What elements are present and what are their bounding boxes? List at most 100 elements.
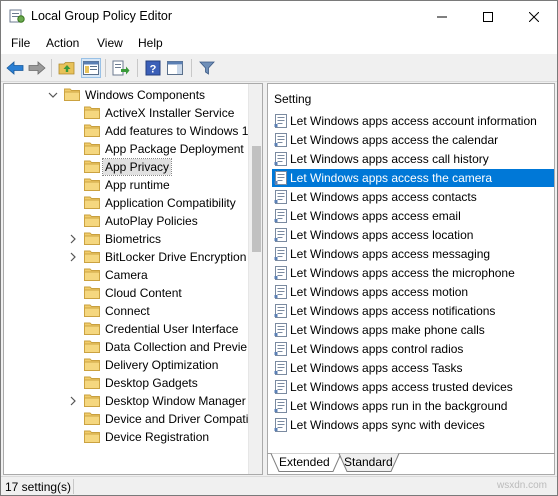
- status-bar: 17 setting(s) wsxdn.com: [1, 476, 557, 495]
- setting-row[interactable]: Let Windows apps access the calendar: [272, 131, 554, 149]
- folder-icon: [84, 357, 100, 371]
- show-hide-tree-button[interactable]: [81, 58, 101, 78]
- help-button[interactable]: ?: [143, 58, 163, 78]
- tree-item[interactable]: Add features to Windows 1: [4, 122, 249, 140]
- filter-button[interactable]: [197, 58, 217, 78]
- menu-file[interactable]: File: [11, 36, 30, 50]
- folder-icon: [84, 177, 100, 191]
- tree-item-label: App Package Deployment: [105, 142, 244, 156]
- view-tabs: Extended Standard: [267, 453, 555, 475]
- export-list-button[interactable]: [111, 58, 131, 78]
- folder-icon: [84, 249, 100, 263]
- folder-icon: [84, 303, 100, 317]
- setting-row[interactable]: Let Windows apps access Tasks: [272, 359, 554, 377]
- tree-item[interactable]: Cloud Content: [4, 284, 249, 302]
- tree-item[interactable]: Windows Components: [4, 86, 249, 104]
- setting-row[interactable]: Let Windows apps access the microphone: [272, 264, 554, 282]
- setting-row[interactable]: Let Windows apps access messaging: [272, 245, 554, 263]
- setting-row[interactable]: Let Windows apps access contacts: [272, 188, 554, 206]
- tab-standard[interactable]: Standard: [344, 453, 393, 471]
- tree-item[interactable]: Application Compatibility: [4, 194, 249, 212]
- tree-item[interactable]: Credential User Interface: [4, 320, 249, 338]
- tree-item[interactable]: AutoPlay Policies: [4, 212, 249, 230]
- setting-row[interactable]: Let Windows apps sync with devices: [272, 416, 554, 434]
- policy-setting-icon: [274, 418, 288, 432]
- tree-item[interactable]: App Package Deployment: [4, 140, 249, 158]
- tree-item-label: Device and Driver Compati: [105, 412, 249, 426]
- setting-label: Let Windows apps access call history: [290, 152, 489, 166]
- menu-action[interactable]: Action: [46, 36, 79, 50]
- tree-scrollbar-thumb[interactable]: [252, 146, 261, 252]
- folder-icon: [84, 429, 100, 443]
- settings-pane[interactable]: Setting Let Windows apps access account …: [267, 83, 555, 475]
- setting-label: Let Windows apps access the microphone: [290, 266, 515, 280]
- setting-row[interactable]: Let Windows apps make phone calls: [272, 321, 554, 339]
- menu-view[interactable]: View: [97, 36, 123, 50]
- forward-button[interactable]: [27, 58, 47, 78]
- tree-item[interactable]: ActiveX Installer Service: [4, 104, 249, 122]
- setting-row[interactable]: Let Windows apps access notifications: [272, 302, 554, 320]
- policy-setting-icon: [274, 304, 288, 318]
- tree-item[interactable]: Desktop Window Manager: [4, 392, 249, 410]
- show-hide-action-pane-button[interactable]: [165, 58, 185, 78]
- tree-item[interactable]: Data Collection and Previe: [4, 338, 249, 356]
- minimize-button[interactable]: [419, 1, 465, 32]
- tree-item-label: ActiveX Installer Service: [105, 106, 235, 120]
- policy-setting-icon: [274, 152, 288, 166]
- tree-pane[interactable]: Windows Components ActiveX Installer Serv…: [3, 83, 263, 475]
- back-button[interactable]: [5, 58, 25, 78]
- forward-icon: [28, 61, 46, 75]
- folder-icon: [84, 159, 100, 173]
- tree-item[interactable]: Camera: [4, 266, 249, 284]
- title-bar: Local Group Policy Editor: [1, 1, 557, 32]
- tree-item[interactable]: Connect: [4, 302, 249, 320]
- status-text: 17 setting(s): [5, 480, 72, 494]
- up-folder-icon: [58, 62, 75, 75]
- tree-item[interactable]: Desktop Gadgets: [4, 374, 249, 392]
- close-button[interactable]: [511, 1, 557, 32]
- tab-extended[interactable]: Extended: [279, 453, 330, 471]
- tree-item[interactable]: Device and Driver Compati: [4, 410, 249, 428]
- tree-item-label: Biometrics: [105, 232, 162, 246]
- tree-item[interactable]: App Privacy: [4, 158, 249, 176]
- setting-row[interactable]: Let Windows apps access call history: [272, 150, 554, 168]
- chevron-right-icon[interactable]: [68, 396, 78, 406]
- maximize-button[interactable]: [465, 1, 511, 32]
- watermark: wsxdn.com: [496, 480, 547, 491]
- tree-item[interactable]: Device Registration: [4, 428, 249, 446]
- menu-bar: File Action View Help: [1, 32, 557, 54]
- setting-label: Let Windows apps access motion: [290, 285, 469, 299]
- folder-icon: [84, 231, 100, 245]
- tree-item-label: Connect: [105, 304, 150, 318]
- show-hide-tree-icon: [83, 61, 99, 75]
- setting-row[interactable]: Let Windows apps access location: [272, 226, 554, 244]
- tree-item[interactable]: Biometrics: [4, 230, 249, 248]
- folder-icon: [84, 141, 100, 155]
- chevron-right-icon[interactable]: [68, 252, 78, 262]
- setting-row[interactable]: Let Windows apps access account informat…: [272, 112, 554, 130]
- setting-row[interactable]: Let Windows apps access motion: [272, 283, 554, 301]
- tree-scrollbar[interactable]: [248, 84, 262, 474]
- tree-item-label: Device Registration: [105, 430, 210, 444]
- setting-row[interactable]: Let Windows apps run in the background: [272, 397, 554, 415]
- menu-help[interactable]: Help: [138, 36, 163, 50]
- setting-label: Let Windows apps run in the background: [290, 399, 508, 413]
- setting-label: Let Windows apps make phone calls: [290, 323, 485, 337]
- chevron-right-icon[interactable]: [68, 234, 78, 244]
- setting-label: Let Windows apps access messaging: [290, 247, 491, 261]
- column-header-setting[interactable]: Setting: [274, 92, 311, 106]
- tree-item[interactable]: App runtime: [4, 176, 249, 194]
- setting-label: Let Windows apps control radios: [290, 342, 464, 356]
- chevron-down-icon[interactable]: [48, 90, 58, 100]
- setting-row[interactable]: Let Windows apps access the camera: [272, 169, 554, 187]
- up-folder-button[interactable]: [57, 58, 77, 78]
- policy-setting-icon: [274, 285, 288, 299]
- setting-row[interactable]: Let Windows apps access email: [272, 207, 554, 225]
- folder-icon: [84, 285, 100, 299]
- tree-item[interactable]: BitLocker Drive Encryption: [4, 248, 249, 266]
- svg-text:?: ?: [150, 64, 157, 76]
- tree-item-label: Add features to Windows 1: [105, 124, 249, 138]
- setting-row[interactable]: Let Windows apps control radios: [272, 340, 554, 358]
- tree-item[interactable]: Delivery Optimization: [4, 356, 249, 374]
- setting-row[interactable]: Let Windows apps access trusted devices: [272, 378, 554, 396]
